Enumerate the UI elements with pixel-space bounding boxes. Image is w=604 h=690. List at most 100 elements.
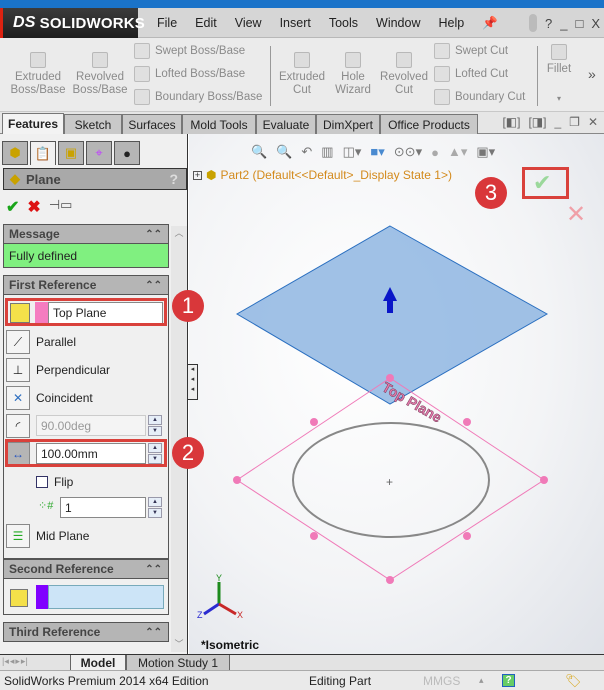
more-commands-button[interactable]: » <box>588 66 596 82</box>
pushpin-icon[interactable]: 📌 <box>473 16 507 31</box>
minimize-button[interactable]: _ <box>560 16 567 31</box>
tab-evaluate[interactable]: Evaluate <box>256 114 316 134</box>
instance-count-input[interactable]: 1 <box>60 497 146 518</box>
coincident-option[interactable]: ✕ Coincident <box>6 386 93 410</box>
menu-edit[interactable]: Edit <box>186 16 226 30</box>
lofted-cut-button[interactable]: Lofted Cut <box>434 66 508 82</box>
parallel-icon: ⟋ <box>6 330 30 354</box>
swept-boss-button[interactable]: Swept Boss/Base <box>134 43 245 59</box>
restore-button[interactable]: □ <box>575 16 583 31</box>
loft-cut-icon <box>434 66 450 82</box>
configuration-manager-tab[interactable]: ▣ <box>58 141 84 165</box>
mid-plane-option[interactable]: ☰ Mid Plane <box>6 524 89 548</box>
graphics-area[interactable]: 🔍 🔍 ↶ ▥ ◫▾ ■▾ ⊙⊙▾ ● ▲▾ ▣▾ + ⬢ Part2 (Def… <box>189 134 604 654</box>
cancel-button[interactable]: ✖ <box>27 197 40 217</box>
menu-tools[interactable]: Tools <box>320 16 367 30</box>
collapse-icon[interactable]: ⌃⌃ <box>145 627 162 638</box>
revolve-cut-icon <box>396 52 412 68</box>
extruded-boss-button[interactable]: Extruded Boss/Base <box>8 52 68 97</box>
scroll-down-icon[interactable]: ﹀ <box>171 637 187 650</box>
pushpin-button[interactable]: ⊣▭ <box>49 197 73 217</box>
revolved-cut-button[interactable]: Revolved Cut <box>376 52 432 97</box>
count-spinner[interactable]: ▲ ▼ <box>148 497 162 518</box>
flip-checkbox[interactable]: Flip <box>36 475 73 489</box>
extrude-cut-icon <box>294 52 310 68</box>
model-tabs-bar: |◂ ◂ ▸ ▸| Model Motion Study 1 <box>0 654 604 671</box>
help-icon[interactable]: ? <box>169 171 178 187</box>
tile-right-icon[interactable]: [◨] <box>528 115 546 129</box>
doc-restore-button[interactable]: ❐ <box>569 115 580 129</box>
confirm-ok-icon[interactable]: ✔ <box>533 170 551 196</box>
menu-window[interactable]: Window <box>367 16 429 30</box>
step-badge-3: 3 <box>475 177 507 209</box>
revolved-boss-button[interactable]: Revolved Boss/Base <box>70 52 130 97</box>
second-reference-selection[interactable] <box>48 585 164 609</box>
perpendicular-option[interactable]: ⊥ Perpendicular <box>6 358 110 382</box>
chevron-down-icon[interactable]: ▾ <box>542 92 576 105</box>
tag-icon[interactable]: 🏷 <box>565 673 582 689</box>
tab-features[interactable]: Features <box>2 113 64 134</box>
panel-collapse-handle[interactable]: ◂ ◂ ◂ <box>188 364 198 400</box>
tab-scroll-buttons[interactable]: |◂ ◂ ▸ ▸| <box>2 656 28 667</box>
status-bar: SolidWorks Premium 2014 x64 Edition Edit… <box>0 670 604 690</box>
traffic-light-icon[interactable] <box>529 14 537 32</box>
first-reference-header[interactable]: First Reference ⌃⌃ <box>3 275 169 295</box>
collapse-icon[interactable]: ⌃⌃ <box>145 229 162 240</box>
message-section-header[interactable]: Message ⌃⌃ <box>3 224 169 244</box>
second-reference-header[interactable]: Second Reference ⌃⌃ <box>3 559 169 579</box>
tab-sketch[interactable]: Sketch <box>64 114 122 134</box>
units-chevron-icon[interactable]: ▴ <box>479 675 484 686</box>
tab-surfaces[interactable]: Surfaces <box>122 114 182 134</box>
menu-file[interactable]: File <box>148 16 186 30</box>
ok-button[interactable]: ✔ <box>6 197 19 217</box>
close-button[interactable]: X <box>591 16 600 31</box>
solidworks-logo[interactable]: DS SOLIDWORKS <box>0 8 145 38</box>
last-tab-icon[interactable]: ▸| <box>21 656 28 667</box>
boundary-icon <box>134 89 150 105</box>
prev-tab-icon[interactable]: ◂ <box>10 656 15 667</box>
tab-dimxpert[interactable]: DimXpert <box>316 114 380 134</box>
first-tab-icon[interactable]: |◂ <box>2 656 9 667</box>
extruded-cut-button[interactable]: Extruded Cut <box>274 52 330 97</box>
quick-tips-icon[interactable]: ? <box>502 674 515 687</box>
doc-close-button[interactable]: ✕ <box>588 115 598 129</box>
menu-view[interactable]: View <box>226 16 271 30</box>
x-axis-label: X <box>237 610 243 620</box>
property-manager-tab[interactable]: 📋 <box>30 141 56 165</box>
feature-manager-tab[interactable]: ⬢ <box>2 141 28 165</box>
angle-option[interactable]: ◜ <box>6 414 30 438</box>
dimxpert-manager-tab[interactable]: ⌖ <box>86 141 112 165</box>
edit-mode-text: Editing Part <box>309 673 372 688</box>
hole-wizard-icon <box>345 52 361 68</box>
menu-help[interactable]: Help <box>430 16 474 30</box>
angle-input[interactable]: 90.00deg <box>36 415 146 436</box>
boundary-cut-icon <box>434 89 450 105</box>
next-tab-icon[interactable]: ▸ <box>15 656 20 667</box>
angle-spinner[interactable]: ▲ ▼ <box>148 415 162 436</box>
tab-office-products[interactable]: Office Products <box>380 114 478 134</box>
tile-left-icon[interactable]: [◧] <box>502 115 520 129</box>
tab-model[interactable]: Model <box>70 655 126 671</box>
collapse-icon[interactable]: ⌃⌃ <box>145 564 162 575</box>
selection-color-swatch <box>36 585 48 609</box>
scroll-up-icon[interactable]: ︿ <box>171 226 187 239</box>
help-icon[interactable]: ? <box>545 16 552 31</box>
display-manager-tab[interactable]: ● <box>114 141 140 165</box>
swept-cut-button[interactable]: Swept Cut <box>434 43 508 59</box>
fillet-button[interactable]: Fillet ▾ <box>542 44 576 105</box>
hole-wizard-button[interactable]: Hole Wizard <box>330 52 376 97</box>
lofted-boss-button[interactable]: Lofted Boss/Base <box>134 66 245 82</box>
doc-minimize-button[interactable]: _ <box>554 115 561 129</box>
confirm-cancel-icon[interactable]: ✕ <box>566 200 586 229</box>
units-selector[interactable]: MMGS <box>423 674 460 688</box>
boundary-cut-button[interactable]: Boundary Cut <box>434 89 525 105</box>
tab-motion-study-1[interactable]: Motion Study 1 <box>126 655 230 671</box>
mid-plane-icon: ☰ <box>6 524 30 548</box>
fillet-icon <box>551 44 567 60</box>
boundary-boss-button[interactable]: Boundary Boss/Base <box>134 89 262 105</box>
third-reference-header[interactable]: Third Reference ⌃⌃ <box>3 622 169 642</box>
parallel-option[interactable]: ⟋ Parallel <box>6 330 76 354</box>
collapse-icon[interactable]: ⌃⌃ <box>145 280 162 291</box>
menu-insert[interactable]: Insert <box>271 16 320 30</box>
tab-mold-tools[interactable]: Mold Tools <box>182 114 256 134</box>
